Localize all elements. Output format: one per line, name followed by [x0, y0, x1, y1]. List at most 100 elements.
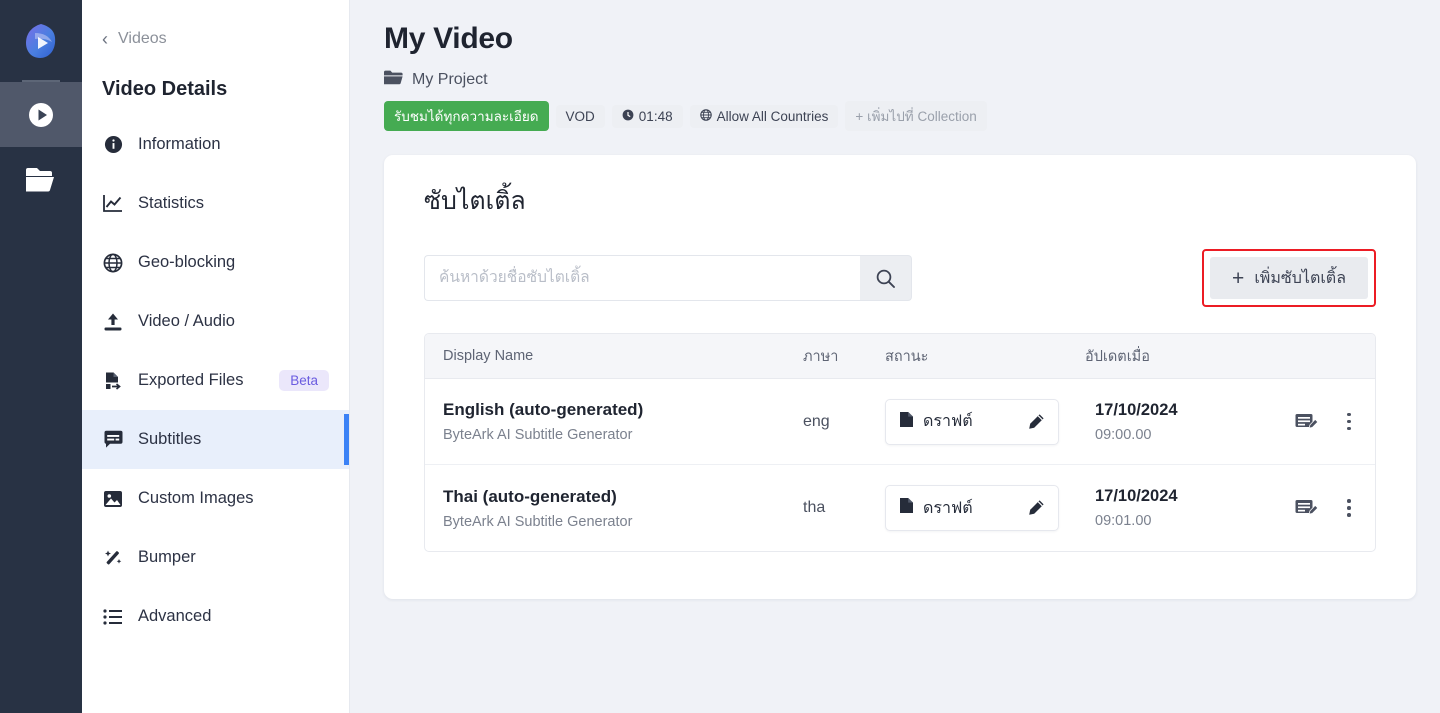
pencil-icon	[1029, 413, 1044, 429]
sidebar-item-subtitles[interactable]: Subtitles	[82, 410, 349, 469]
search-group	[424, 255, 912, 301]
breadcrumb-label: My Project	[412, 71, 488, 88]
document-icon	[899, 497, 914, 519]
image-icon	[102, 490, 124, 508]
chip-duration: 01:48	[611, 104, 683, 128]
app-root: ‹ Videos Video Details Information Stati…	[0, 0, 1440, 713]
sidebar-item-information[interactable]: Information	[82, 115, 349, 174]
language-code: tha	[803, 499, 826, 516]
add-subtitle-label: เพิ่มซับไตเติ้ล	[1254, 269, 1346, 287]
column-header-status: สถานะ	[885, 348, 929, 365]
sidebar-item-bumper[interactable]: Bumper	[82, 528, 349, 587]
sidebar-item-exported-files[interactable]: Exported Files Beta	[82, 351, 349, 410]
cell-updated-at: 17/10/2024 09:01.00	[1077, 487, 1255, 529]
sidebar-item-geo-blocking[interactable]: Geo-blocking	[82, 233, 349, 292]
search-input[interactable]	[424, 255, 860, 301]
table-body: English (auto-generated) ByteArk AI Subt…	[425, 379, 1375, 551]
chip-resolution: รับชมได้ทุกความละเอียด	[384, 101, 549, 131]
add-subtitle-highlight: + เพิ่มซับไตเติ้ล	[1202, 249, 1376, 307]
status-badge[interactable]: ดราฟต์	[885, 398, 1059, 445]
kebab-dot	[1347, 513, 1351, 517]
clock-icon	[622, 109, 634, 124]
kebab-dot	[1347, 419, 1351, 424]
sidebar-item-label: Bumper	[138, 548, 196, 566]
sidebar-item-advanced[interactable]: Advanced	[82, 587, 349, 646]
table-row[interactable]: English (auto-generated) ByteArk AI Subt…	[425, 379, 1375, 465]
back-link-label: Videos	[118, 30, 167, 47]
folder-small-icon	[384, 70, 403, 90]
edit-subtitle-button[interactable]	[1295, 412, 1319, 432]
language-code: eng	[803, 412, 830, 430]
chip-vod: VOD	[555, 104, 605, 128]
icon-rail	[0, 0, 82, 713]
row-menu-button[interactable]	[1341, 495, 1357, 521]
export-file-icon	[102, 371, 124, 391]
search-icon	[876, 269, 895, 288]
sidebar-item-label: Video / Audio	[138, 312, 235, 330]
cell-language: tha	[785, 499, 867, 517]
pencil-icon	[1029, 500, 1044, 515]
status-content: ดราฟต์	[899, 496, 973, 521]
breadcrumb-project[interactable]: My Project	[384, 70, 1424, 90]
edit-status-button[interactable]	[1027, 499, 1045, 517]
card-title: ซับไตเติ้ล	[424, 187, 526, 215]
play-circle-icon	[29, 102, 53, 127]
rail-item-videos[interactable]	[0, 82, 82, 147]
chevron-left-icon: ‹	[102, 29, 108, 49]
edit-status-button[interactable]	[1027, 413, 1045, 431]
sidebar-item-label: Advanced	[138, 607, 212, 625]
sidebar-item-custom-images[interactable]: Custom Images	[82, 469, 349, 528]
cell-display-name: English (auto-generated) ByteArk AI Subt…	[425, 400, 785, 443]
updated-date: 17/10/2024	[1095, 487, 1178, 505]
status-badge[interactable]: ดราฟต์	[885, 485, 1059, 531]
cell-status: ดราฟต์	[867, 398, 1077, 445]
status-label: ดราฟต์	[923, 413, 973, 430]
search-button[interactable]	[860, 255, 912, 301]
status-content: ดราฟต์	[899, 409, 973, 434]
chip-add-to-collection[interactable]: + เพิ่มไปที่ Collection	[845, 101, 987, 131]
subtitle-name: Thai (auto-generated)	[443, 486, 617, 506]
updated-date: 17/10/2024	[1095, 400, 1178, 419]
chart-icon	[102, 194, 124, 213]
bytearc-logo[interactable]	[0, 0, 82, 82]
column-header-display-name: Display Name	[443, 348, 534, 364]
updated-time: 09:01.00	[1095, 513, 1152, 529]
updated-time: 09:00.00	[1095, 426, 1152, 443]
chip-geo-label: Allow All Countries	[716, 108, 829, 124]
subtitle-edit-icon	[1295, 413, 1319, 429]
rail-item-projects[interactable]	[0, 147, 82, 212]
kebab-dot	[1347, 412, 1351, 417]
subtitle-source: ByteArk AI Subtitle Generator	[443, 513, 633, 530]
folder-icon	[26, 167, 54, 192]
table-header-row: Display Name ภาษา สถานะ อัปเดตเมื่อ	[425, 334, 1375, 379]
sidebar-title: Video Details	[102, 78, 228, 100]
subtitles-table: Display Name ภาษา สถานะ อัปเดตเมื่อ Engl…	[424, 333, 1376, 552]
back-to-videos-link[interactable]: ‹ Videos	[82, 22, 349, 56]
plus-icon: +	[1232, 266, 1245, 290]
sidebar-item-statistics[interactable]: Statistics	[82, 174, 349, 233]
edit-subtitle-button[interactable]	[1295, 498, 1319, 518]
subtitles-card: ซับไตเติ้ล + เพิ่มซับไตเติ้ล	[384, 155, 1416, 599]
video-meta-chips: รับชมได้ทุกความละเอียด VOD 01:48 Allow A…	[384, 101, 1424, 131]
kebab-dot	[1347, 426, 1351, 431]
kebab-dot	[1347, 499, 1351, 503]
beta-badge: Beta	[279, 370, 329, 391]
page-title: My Video	[384, 22, 513, 55]
cell-display-name: Thai (auto-generated) ByteArk AI Subtitl…	[425, 487, 785, 530]
cell-updated-at: 17/10/2024 09:00.00	[1077, 401, 1255, 443]
column-header-updated-at: อัปเดตเมื่อ	[1085, 348, 1150, 365]
sidebar-item-video-audio[interactable]: Video / Audio	[82, 292, 349, 351]
status-label: ดราฟต์	[923, 499, 973, 517]
info-icon	[102, 135, 124, 154]
sidebar-item-label: Geo-blocking	[138, 253, 236, 271]
subtitle-source: ByteArk AI Subtitle Generator	[443, 427, 633, 443]
cell-actions	[1255, 495, 1375, 521]
subtitles-icon	[102, 430, 124, 449]
sidebar-item-label: Exported Files	[138, 371, 244, 389]
table-row[interactable]: Thai (auto-generated) ByteArk AI Subtitl…	[425, 465, 1375, 551]
add-subtitle-button[interactable]: + เพิ่มซับไตเติ้ล	[1210, 257, 1368, 299]
row-menu-button[interactable]	[1341, 409, 1357, 435]
globe-icon	[102, 253, 124, 273]
sidebar-item-label: Statistics	[138, 194, 205, 212]
cell-language: eng	[785, 413, 867, 431]
